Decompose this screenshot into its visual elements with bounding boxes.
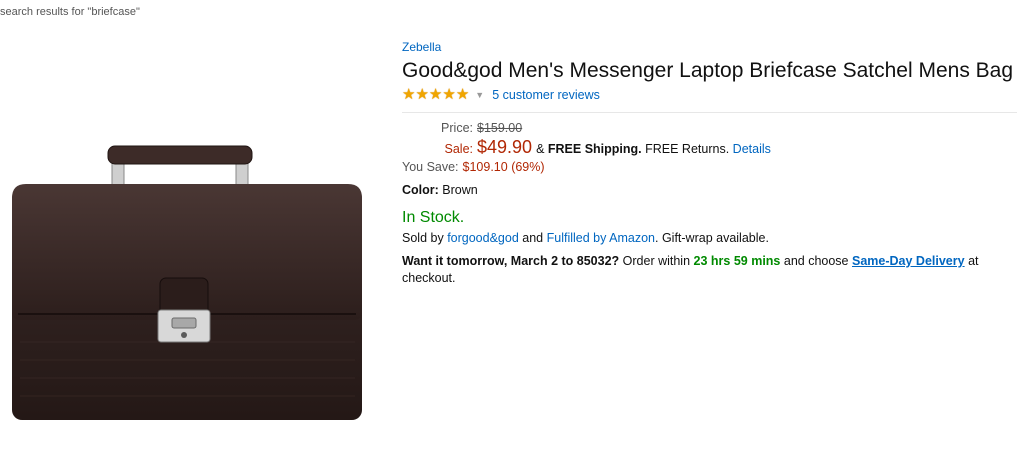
price-label: Price: — [441, 121, 473, 135]
sale-price: $49.90 — [477, 137, 533, 157]
star-icon: ★ — [455, 86, 470, 103]
brand-link[interactable]: Zebella — [402, 40, 1017, 54]
color-value: Brown — [442, 183, 478, 197]
color-row: Color: Brown — [402, 183, 1017, 197]
sold-by: Sold by forgood&god and Fulfilled by Ama… — [402, 231, 1017, 245]
delivery-message: Want it tomorrow, March 2 to 85032? Orde… — [402, 253, 1002, 287]
availability-status: In Stock. — [402, 209, 465, 226]
star-rating[interactable]: ★ ★ ★ ★ ★ — [402, 87, 469, 102]
star-icon: ★ — [442, 86, 456, 103]
sold-by-prefix: Sold by — [402, 231, 444, 245]
you-save-value: $109.10 (69%) — [462, 160, 545, 174]
product-info: Zebella Good&god Men's Messenger Laptop … — [402, 40, 1017, 287]
star-icon: ★ — [402, 86, 416, 103]
and-choose: and choose — [783, 254, 849, 268]
free-returns: FREE Returns. — [645, 142, 730, 156]
star-icon: ★ — [415, 86, 429, 103]
list-price: $159.00 — [477, 121, 523, 135]
sale-label: Sale: — [444, 142, 474, 156]
chevron-down-icon[interactable]: ▼ — [475, 90, 484, 100]
want-it-tomorrow: Want it tomorrow, March 2 to 85032? — [402, 254, 620, 268]
customer-reviews-link[interactable]: 5 customer reviews — [492, 88, 600, 102]
sold-by-and: and — [522, 231, 544, 245]
gift-wrap-text: . Gift-wrap available. — [655, 231, 769, 245]
divider — [402, 112, 1017, 113]
rating-row: ★ ★ ★ ★ ★ ▼ 5 customer reviews — [402, 87, 1017, 102]
breadcrumb[interactable]: search results for "briefcase" — [0, 6, 140, 18]
color-label: Color: — [402, 183, 439, 197]
product-image[interactable] — [0, 92, 380, 449]
star-icon: ★ — [428, 86, 443, 103]
same-day-delivery-link[interactable]: Same-Day Delivery — [852, 254, 965, 268]
shipping-prefix: & — [536, 142, 545, 156]
you-save-label: You Save: — [402, 160, 459, 174]
order-within: Order within — [622, 254, 691, 268]
product-title: Good&god Men's Messenger Laptop Briefcas… — [402, 59, 1014, 82]
free-shipping: FREE Shipping. — [547, 142, 642, 156]
countdown-time: 23 hrs 59 mins — [693, 254, 781, 268]
briefcase-image — [12, 145, 362, 420]
price-block: Price: $159.00 Sale: $49.90 & FREE Shipp… — [402, 121, 1017, 174]
seller-link[interactable]: forgood&god — [447, 231, 519, 245]
shipping-info: & FREE Shipping. FREE Returns. Details — [536, 142, 771, 156]
fulfilled-by-amazon-link[interactable]: Fulfilled by Amazon — [547, 231, 655, 245]
details-link[interactable]: Details — [733, 142, 771, 156]
